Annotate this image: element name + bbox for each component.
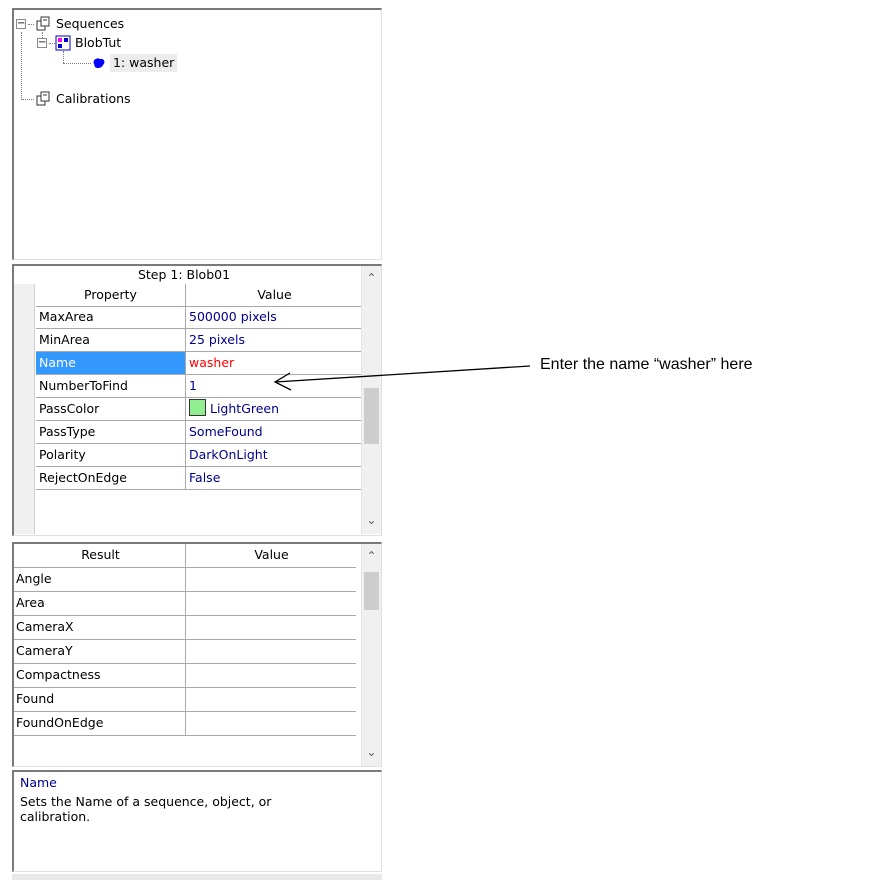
callout-arrow <box>273 365 531 391</box>
annotation-text: Enter the name “washer” here <box>540 356 753 373</box>
